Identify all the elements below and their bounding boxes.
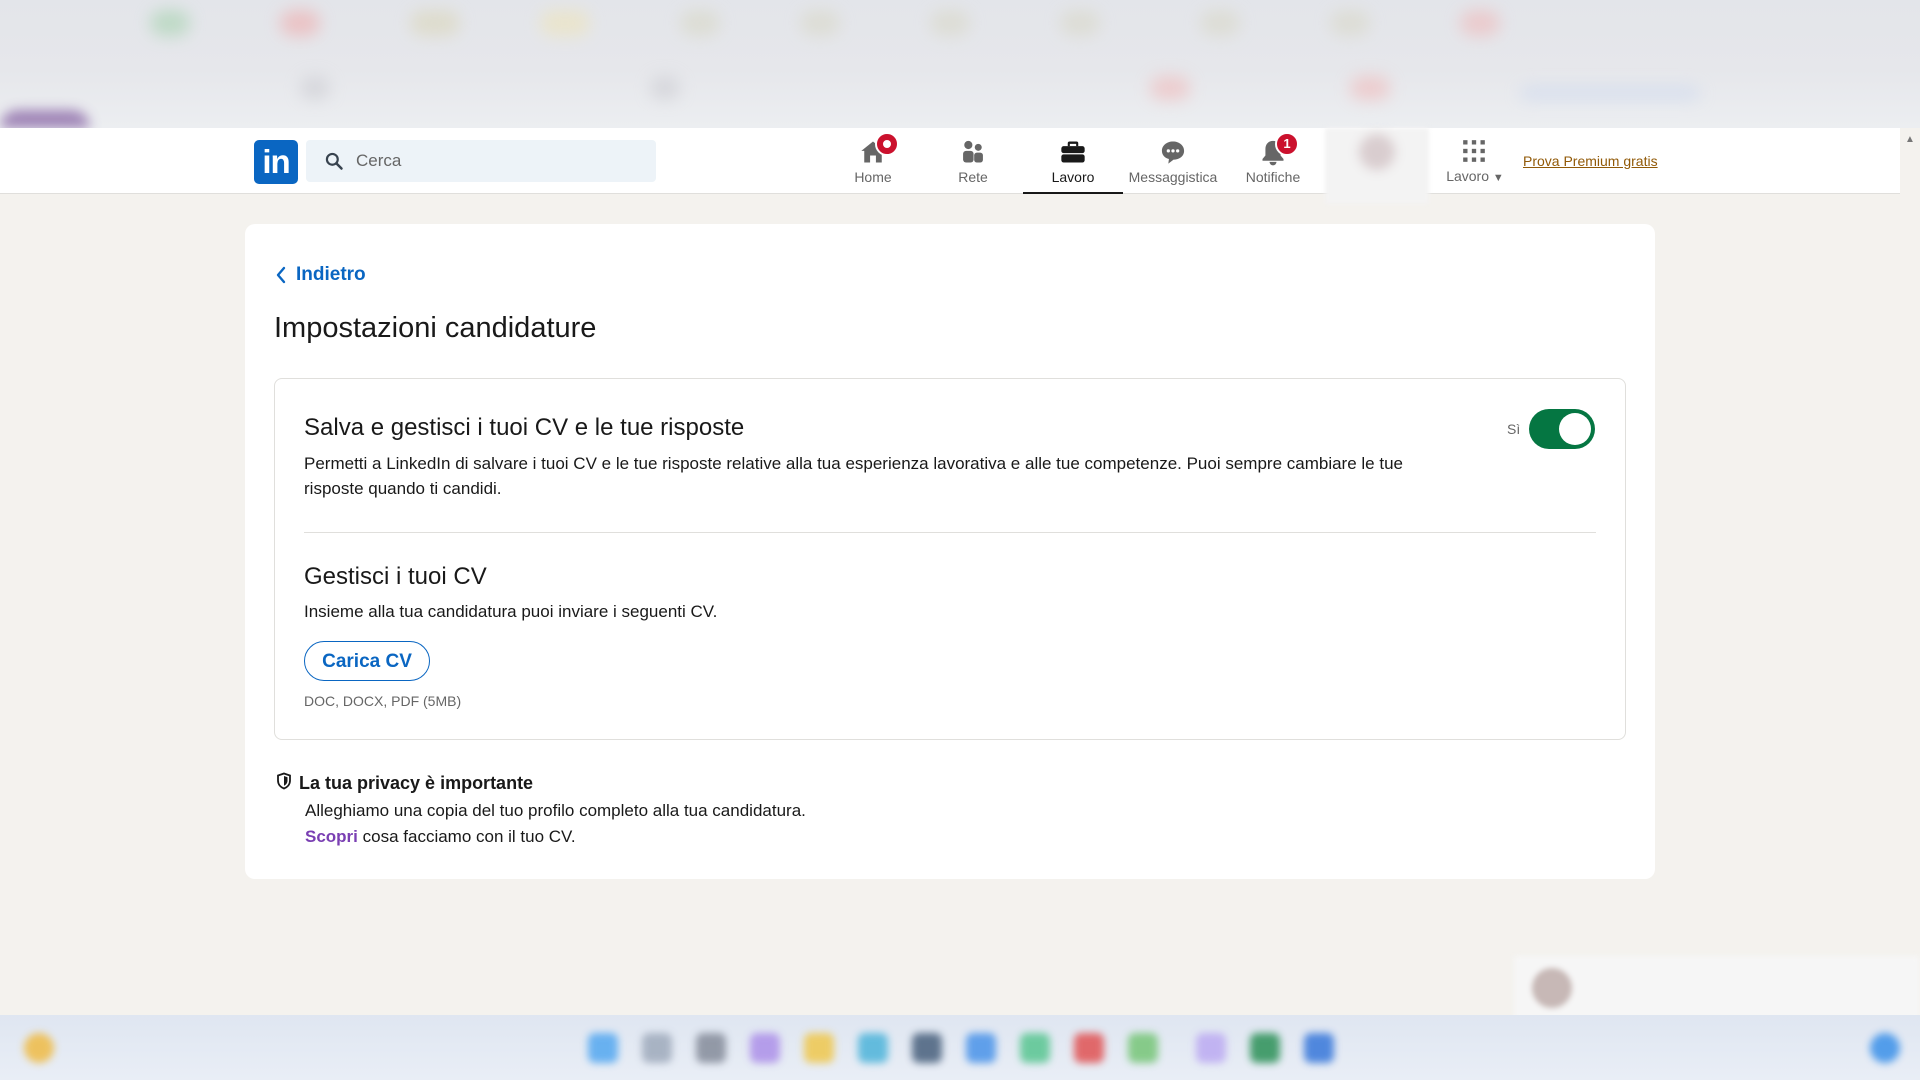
profile-avatar-menu[interactable]: [1325, 128, 1429, 204]
notifications-count-badge: 1: [1275, 132, 1299, 156]
section-divider: [304, 532, 1596, 533]
nav-network-label: Rete: [958, 169, 988, 185]
taskbar-app-icon[interactable]: [858, 1033, 888, 1063]
shield-icon: [277, 772, 291, 790]
caret-down-icon: ▼: [1492, 172, 1504, 184]
browser-chrome: [0, 0, 1920, 128]
work-menu-label: Lavoro: [1446, 168, 1490, 184]
learn-more-link[interactable]: Scopri: [305, 827, 358, 846]
network-icon: [963, 140, 983, 163]
briefcase-icon: [1061, 141, 1085, 163]
search-input[interactable]: [356, 140, 646, 182]
page-scrollbar[interactable]: [1902, 128, 1920, 1015]
privacy-text: Alleghiamo una copia del tuo profilo com…: [305, 801, 806, 820]
back-link-label: Indietro: [296, 264, 366, 285]
messaging-avatar: [1532, 968, 1572, 1008]
nav-home[interactable]: Home: [823, 128, 923, 194]
taskbar-app-icon[interactable]: [1020, 1033, 1050, 1063]
messaging-popup[interactable]: [1514, 956, 1920, 1020]
search-box[interactable]: [306, 140, 656, 182]
manage-cv-section-description: Insieme alla tua candidatura puoi inviar…: [304, 602, 718, 621]
browser-address-bar: [0, 56, 1920, 126]
grid-icon: [1463, 140, 1485, 162]
file-format-hint: DOC, DOCX, PDF (5MB): [304, 693, 462, 709]
taskbar-app-icon[interactable]: [1074, 1033, 1104, 1063]
privacy-learn-more-text: cosa facciamo con il tuo CV.: [357, 827, 576, 846]
work-menu[interactable]: Lavoro ▼: [1430, 128, 1520, 194]
top-navbar: in Home Rete Lavoro: [0, 128, 1900, 204]
taskbar-app-icon[interactable]: [804, 1033, 834, 1063]
taskbar-tray-icon[interactable]: [1870, 1033, 1900, 1063]
taskbar-app-icon[interactable]: [966, 1033, 996, 1063]
work-menu-label-row: Lavoro ▼: [1430, 168, 1520, 184]
taskbar-app-icon[interactable]: [588, 1033, 618, 1063]
nav-home-label: Home: [854, 169, 892, 185]
save-cv-toggle[interactable]: [1529, 409, 1595, 449]
page-title: Impostazioni candidature: [274, 312, 597, 344]
nav-notifications[interactable]: 1 Notifiche: [1223, 128, 1323, 194]
taskbar-app-icon[interactable]: [1304, 1033, 1334, 1063]
nav-jobs-label: Lavoro: [1051, 169, 1095, 185]
taskbar-app-icon[interactable]: [1128, 1033, 1158, 1063]
nav-notifications-label: Notifiche: [1245, 169, 1301, 185]
nav-messaging-label: Messaggistica: [1128, 169, 1218, 185]
browser-profile-shape: [0, 110, 90, 128]
chevron-left-icon: [276, 266, 286, 284]
active-tab-indicator: [1023, 192, 1123, 194]
back-link[interactable]: Indietro: [274, 264, 366, 286]
taskbar-app-icon[interactable]: [1196, 1033, 1226, 1063]
taskbar-app-icon[interactable]: [696, 1033, 726, 1063]
nav-network[interactable]: Rete: [923, 128, 1023, 194]
settings-panel: Salva e gestisci i tuoi CV e le tue risp…: [274, 378, 1626, 740]
manage-cv-section-title: Gestisci i tuoi CV: [304, 563, 487, 590]
application-settings-card: Indietro Impostazioni candidature Salva …: [245, 224, 1655, 879]
toggle-state-label: Sì: [1507, 421, 1521, 437]
taskbar-app-icon[interactable]: [1250, 1033, 1280, 1063]
search-icon: [325, 152, 343, 170]
taskbar-app-icon[interactable]: [642, 1033, 672, 1063]
taskbar-app-icon[interactable]: [912, 1033, 942, 1063]
os-taskbar: [0, 1015, 1920, 1080]
privacy-learn-more-line: Scopri cosa facciamo con il tuo CV.: [305, 827, 576, 847]
toggle-knob: [1559, 413, 1591, 445]
home-notification-dot: [875, 132, 899, 156]
messaging-icon: [1161, 141, 1185, 164]
premium-trial-link[interactable]: Prova Premium gratis: [1523, 153, 1658, 169]
save-cv-section-description: Permetti a LinkedIn di salvare i tuoi CV…: [304, 454, 1403, 498]
save-cv-section-title: Salva e gestisci i tuoi CV e le tue risp…: [304, 414, 745, 441]
nav-jobs[interactable]: Lavoro: [1023, 128, 1123, 194]
upload-cv-button[interactable]: Carica CV: [304, 641, 430, 681]
weather-icon[interactable]: [24, 1033, 54, 1063]
privacy-title: La tua privacy è importante: [299, 773, 534, 793]
scroll-up-arrow[interactable]: ▲: [1904, 134, 1916, 146]
nav-messaging[interactable]: Messaggistica: [1123, 128, 1223, 194]
taskbar-app-icon[interactable]: [750, 1033, 780, 1063]
browser-tab-strip: [0, 0, 1920, 52]
linkedin-logo[interactable]: in: [254, 140, 298, 184]
